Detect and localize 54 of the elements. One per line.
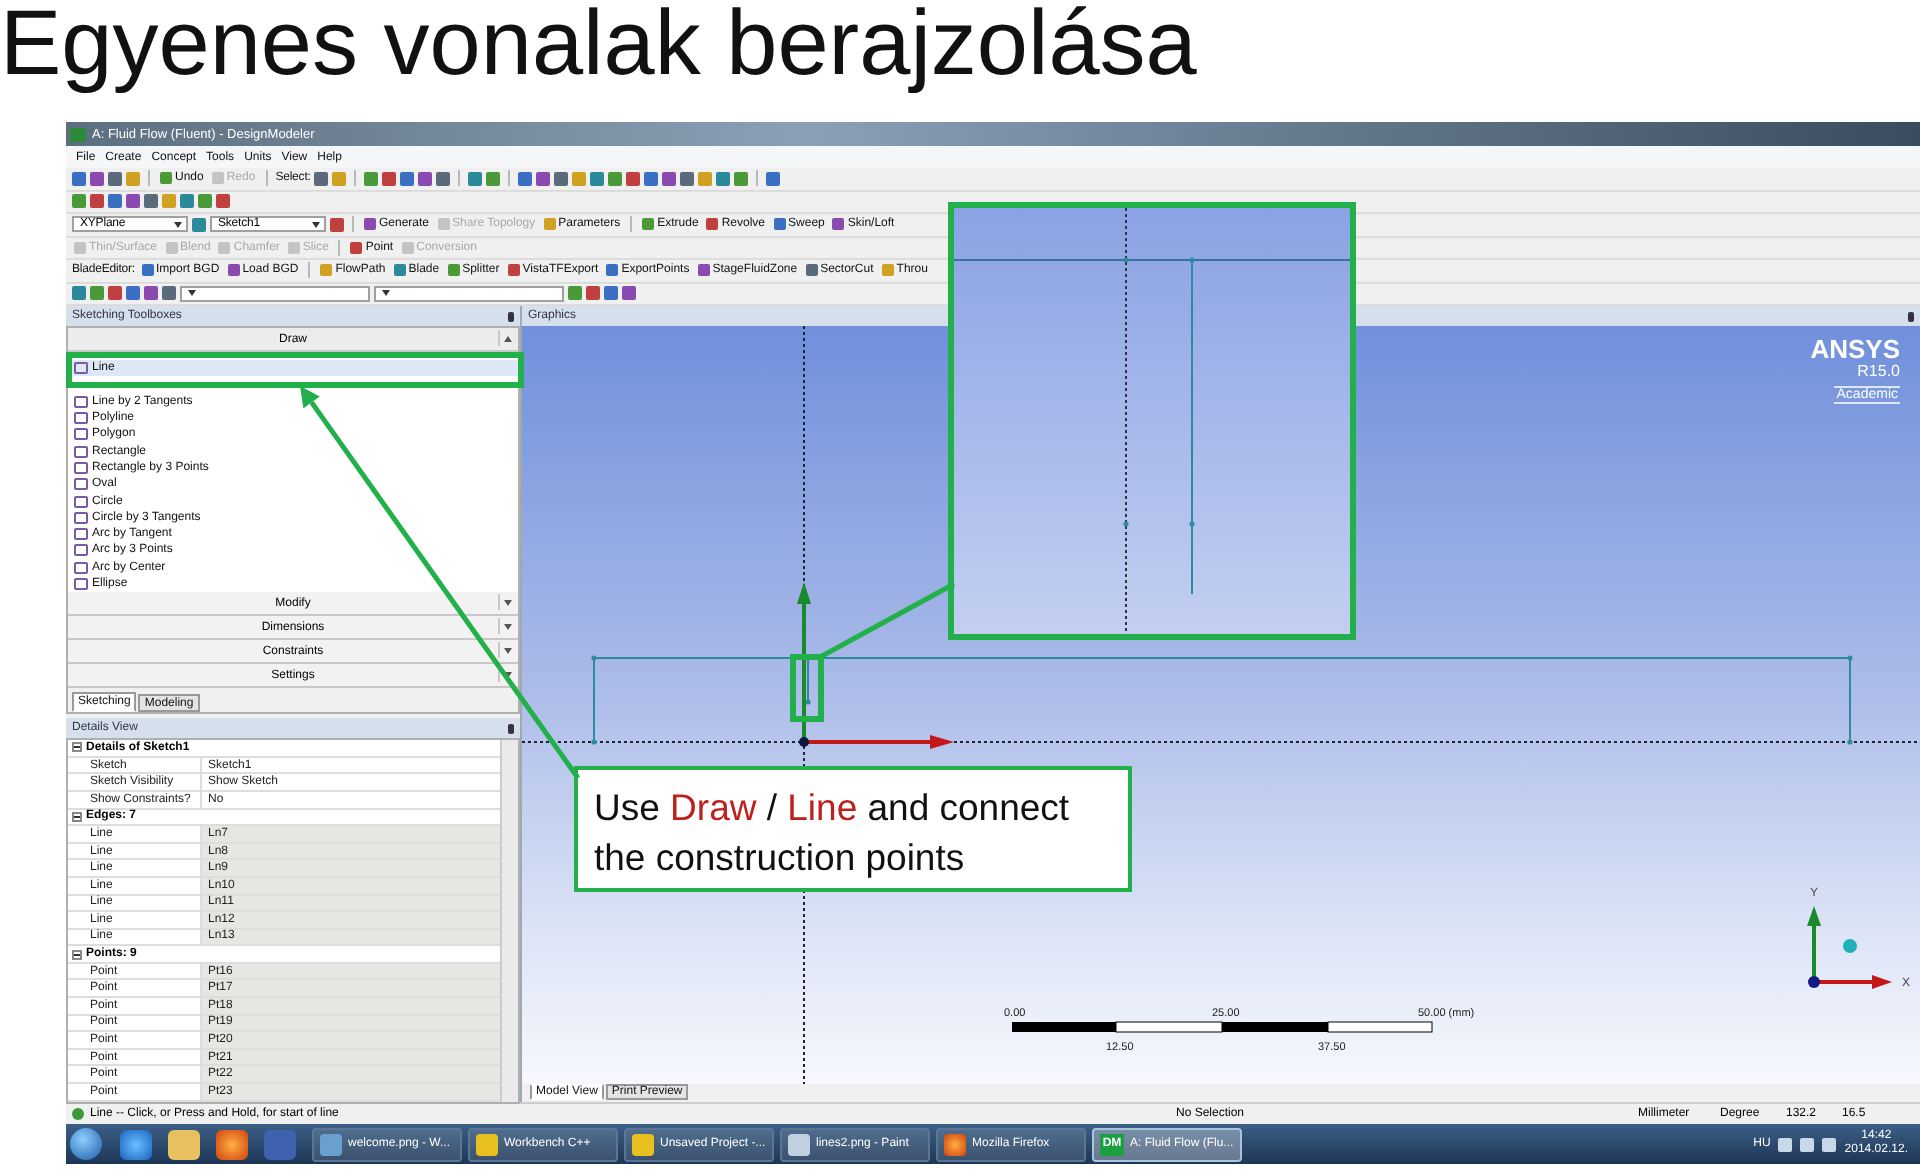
caret-icon [382, 290, 390, 297]
app-icon [476, 1133, 498, 1155]
tool-icon [447, 264, 460, 277]
check-icon [72, 1108, 84, 1120]
tool-icon[interactable] [766, 171, 781, 186]
tray-icon[interactable] [1778, 1137, 1793, 1151]
dropdown-field[interactable] [180, 285, 370, 302]
collapse-icon[interactable] [72, 949, 82, 960]
callout-text: Use Draw / Line and connect the construction points [574, 766, 1132, 892]
slide-title: Egyenes vonalak berajzolása [0, 0, 1199, 98]
tool-icon [74, 241, 86, 254]
tool-icon [805, 264, 818, 277]
construction-point [591, 739, 597, 745]
start-button[interactable] [70, 1128, 102, 1160]
construction-point [1847, 655, 1853, 661]
scrollbar[interactable] [500, 740, 518, 1102]
tool-icon [543, 218, 556, 231]
construction-point [1847, 739, 1853, 745]
construction-point [1189, 521, 1195, 527]
triad-origin [1808, 976, 1820, 988]
dropdown-field[interactable] [374, 285, 564, 302]
tool-icon [74, 362, 88, 375]
tool-icon [507, 264, 520, 277]
construction-point [805, 699, 811, 705]
collapse-icon[interactable] [72, 811, 82, 822]
pin-icon[interactable] [508, 311, 514, 321]
construction-point [1189, 257, 1195, 263]
pin-icon[interactable] [508, 723, 514, 734]
app-icon [70, 127, 86, 141]
pin-icon[interactable] [1908, 311, 1914, 321]
construction-point [591, 655, 597, 661]
construction-point [1123, 521, 1129, 527]
tool-icon [706, 218, 719, 231]
tool-icon [881, 264, 894, 277]
tool-icon [437, 218, 450, 231]
tool-icon [697, 264, 710, 277]
tool-icon [832, 218, 845, 231]
logo-version: R15.0 [1857, 362, 1900, 380]
construction-point [1123, 257, 1129, 263]
triad-y-arrow [1807, 906, 1821, 982]
collapse-icon[interactable] [72, 742, 82, 753]
view-sphere [1843, 939, 1857, 953]
tool-icon [773, 218, 786, 231]
caret-icon [188, 290, 196, 297]
triad-x-arrow [1814, 975, 1892, 989]
tool-icon [287, 241, 300, 254]
caret-icon [312, 221, 320, 228]
origin-point [799, 737, 809, 747]
highlight-frame [790, 654, 824, 722]
caret-icon [174, 221, 182, 228]
app-icon [632, 1133, 654, 1155]
logo-text: ANSYS [1810, 336, 1900, 362]
tool-icon [320, 264, 333, 277]
tool-icon [642, 218, 655, 231]
